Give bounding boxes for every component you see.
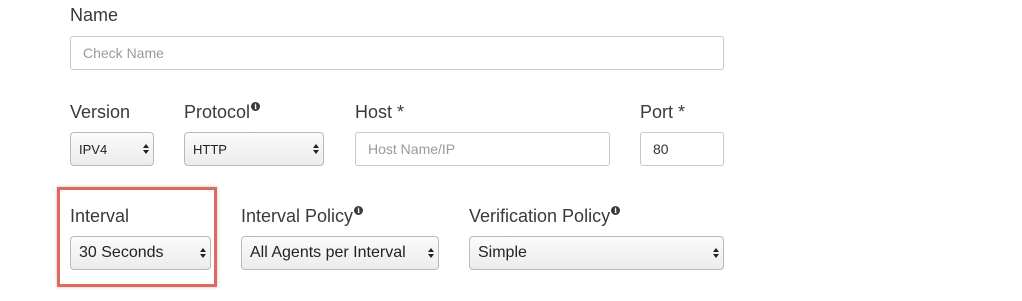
check-name-input[interactable]	[70, 36, 724, 70]
protocol-label-wrap: Protocol i	[184, 101, 261, 123]
version-select[interactable]: IPV4	[70, 132, 154, 166]
select-arrows-icon	[143, 144, 149, 154]
version-selected-value: IPV4	[79, 141, 108, 157]
info-icon[interactable]: i	[611, 206, 621, 215]
host-label: Host *	[355, 102, 405, 122]
interval-policy-label-wrap: Interval Policy i	[241, 205, 364, 227]
info-icon[interactable]: i	[354, 206, 364, 215]
port-input[interactable]	[640, 132, 724, 166]
host-input[interactable]	[355, 132, 610, 166]
port-label: Port *	[640, 102, 686, 122]
interval-highlight-box	[57, 187, 217, 287]
protocol-label: Protocol	[184, 102, 251, 122]
interval-policy-selected-value: All Agents per Interval	[250, 244, 406, 261]
verification-policy-label-wrap: Verification Policy i	[469, 205, 621, 227]
select-arrows-icon	[428, 248, 434, 258]
verification-policy-select[interactable]: Simple	[469, 236, 724, 270]
info-icon[interactable]: i	[251, 102, 261, 111]
select-arrows-icon	[713, 248, 719, 258]
select-arrows-icon	[313, 144, 319, 154]
protocol-select[interactable]: HTTP	[184, 132, 324, 166]
verification-policy-label: Verification Policy	[469, 206, 611, 226]
interval-policy-label: Interval Policy	[241, 206, 354, 226]
name-label: Name	[70, 5, 119, 25]
protocol-selected-value: HTTP	[193, 141, 227, 157]
verification-policy-selected-value: Simple	[478, 244, 527, 261]
interval-policy-select[interactable]: All Agents per Interval	[241, 236, 439, 270]
version-label: Version	[70, 102, 131, 122]
